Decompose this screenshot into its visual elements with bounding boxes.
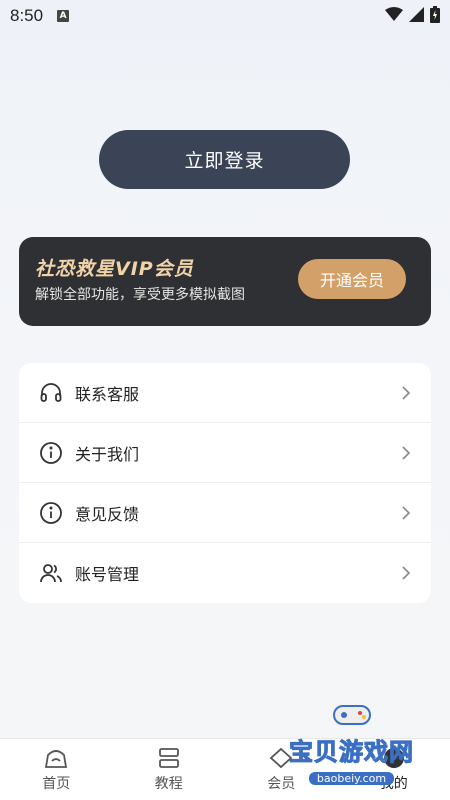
notification-icon: A [57, 10, 70, 22]
chevron-right-icon [402, 445, 411, 460]
menu-item-label: 联系客服 [75, 384, 140, 404]
gamepad-icon [332, 705, 371, 725]
watermark-logo: 宝贝游戏网 baobeiy.com [289, 700, 414, 786]
status-icons [385, 6, 440, 23]
headset-icon [39, 381, 63, 405]
watermark-text: 宝贝游戏网 [289, 738, 414, 767]
info-icon [39, 441, 63, 465]
tab-label: 教程 [154, 775, 183, 792]
battery-icon [430, 6, 440, 23]
menu-item-contact-service[interactable]: 联系客服 [19, 363, 431, 423]
menu-item-feedback[interactable]: 意见反馈 [19, 483, 431, 543]
tab-tutorial[interactable]: 教程 [113, 739, 226, 800]
wifi-icon [385, 7, 403, 21]
tab-label: 首页 [42, 775, 71, 792]
home-icon [45, 749, 68, 768]
menu-item-label: 账号管理 [75, 565, 140, 584]
menu-item-label: 关于我们 [75, 444, 140, 464]
menu-item-label: 意见反馈 [75, 504, 140, 524]
login-button[interactable]: 立即登录 [99, 130, 350, 189]
chevron-right-icon [402, 385, 411, 400]
status-bar: 8:50 A [0, 0, 450, 32]
menu-item-account-management[interactable]: 账号管理 [19, 543, 431, 603]
signal-icon [409, 7, 424, 22]
vip-subtitle: 解锁全部功能，享受更多模拟截图 [35, 287, 245, 303]
menu-item-about-us[interactable]: 关于我们 [19, 423, 431, 483]
chevron-right-icon [402, 505, 411, 520]
vip-banner: 社恐救星VIP会员 解锁全部功能，享受更多模拟截图 开通会员 [19, 237, 431, 326]
vip-title: 社恐救星VIP会员 [35, 258, 194, 280]
info-icon [39, 501, 63, 525]
chevron-right-icon [402, 566, 411, 580]
users-icon [39, 561, 63, 585]
status-time: 8:50 [10, 6, 44, 25]
tutorial-icon [158, 747, 179, 768]
open-vip-button[interactable]: 开通会员 [298, 259, 406, 299]
settings-menu: 联系客服 关于我们 意见反馈 账号管理 [19, 363, 431, 603]
watermark-url: baobeiy.com [308, 772, 395, 785]
tab-home[interactable]: 首页 [0, 739, 113, 800]
